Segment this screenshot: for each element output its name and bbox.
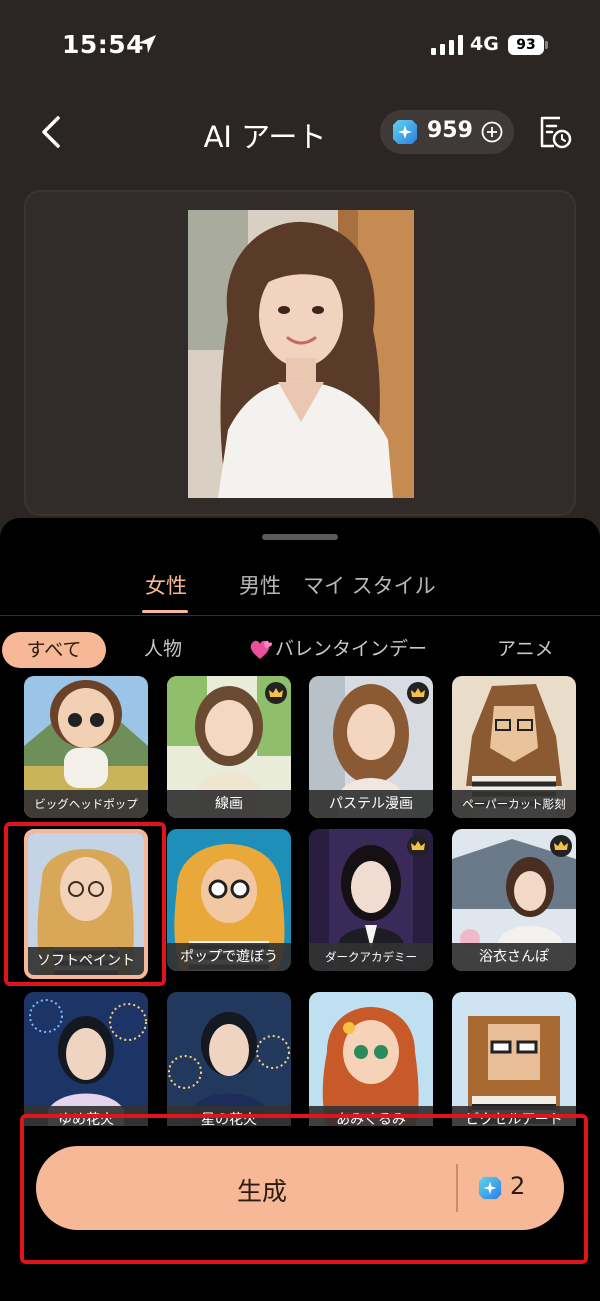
style-card[interactable]: ピクセルアート [452,992,576,1134]
style-card-selected[interactable]: ソフトペイント [24,829,148,979]
style-label: ソフトペイント [28,947,144,975]
uploaded-portrait-photo[interactable] [188,210,414,498]
style-card[interactable]: 線画 [167,676,291,818]
credit-gem-icon [478,1176,502,1200]
style-label: ポップで遊ぼう [167,943,291,971]
generate-cost: 2 [510,1172,526,1200]
style-card[interactable]: ペーパーカット彫刻 [452,676,576,818]
tab-male[interactable]: 男性 [239,570,281,600]
battery-icon: 93 [508,35,548,55]
premium-crown-icon [550,835,572,857]
style-card[interactable]: パステル漫画 [309,676,433,818]
tab-underline [142,610,188,613]
style-label: ペーパーカット彫刻 [452,790,576,818]
divider [0,615,600,616]
chip-anime[interactable]: アニメ [497,634,554,661]
style-card[interactable]: 浴衣さんぽ [452,829,576,971]
generate-label: 生成 [236,1177,287,1206]
hearts-icon [250,640,272,659]
style-card[interactable]: 星の花火 [167,992,291,1134]
tab-my-style[interactable]: マイ スタイル [303,570,436,600]
status-bar: 15:54 4G 93 [0,0,600,90]
premium-crown-icon [407,835,429,857]
style-label: ダークアカデミー [309,943,433,971]
tab-female[interactable]: 女性 [145,570,187,600]
style-label: パステル漫画 [309,790,433,818]
cellular-signal-icon [431,35,463,55]
preview-panel [24,190,576,516]
generate-button[interactable]: 生成 2 [36,1146,564,1230]
style-card[interactable]: あみぐるみ [309,992,433,1134]
chip-valentines[interactable]: バレンタインデー [275,634,427,661]
credit-gem-icon [393,120,417,144]
style-card[interactable]: ゆめ花火 [24,992,148,1134]
style-label: 線画 [167,790,291,818]
style-label: 浴衣さんぽ [452,943,576,971]
style-card[interactable]: ポップで遊ぼう [167,829,291,971]
battery-level: 93 [508,35,544,55]
chip-people[interactable]: 人物 [144,634,182,661]
location-arrow-icon [138,35,156,53]
style-card[interactable]: ビッグヘッドポップ [24,676,148,818]
premium-crown-icon [265,682,287,704]
credits-badge[interactable]: 959 [380,110,514,154]
credits-count: 959 [427,118,473,143]
status-time: 15:54 [62,30,145,59]
style-card[interactable]: ダークアカデミー [309,829,433,971]
header: AI アート 959 [0,96,600,170]
style-label: ビッグヘッドポップ [24,790,148,818]
gender-tabs: 女性 男性 マイ スタイル [0,566,600,616]
generate-divider [456,1164,458,1212]
network-type: 4G [470,33,499,55]
category-chips: すべて 人物 バレンタインデー アニメ [0,630,600,670]
chip-all[interactable]: すべて [2,632,106,668]
history-icon[interactable] [538,114,572,150]
sheet-drag-handle[interactable] [262,534,338,540]
premium-crown-icon [407,682,429,704]
add-credits-icon[interactable] [481,121,503,143]
generate-area: 生成 2 [0,1126,600,1301]
